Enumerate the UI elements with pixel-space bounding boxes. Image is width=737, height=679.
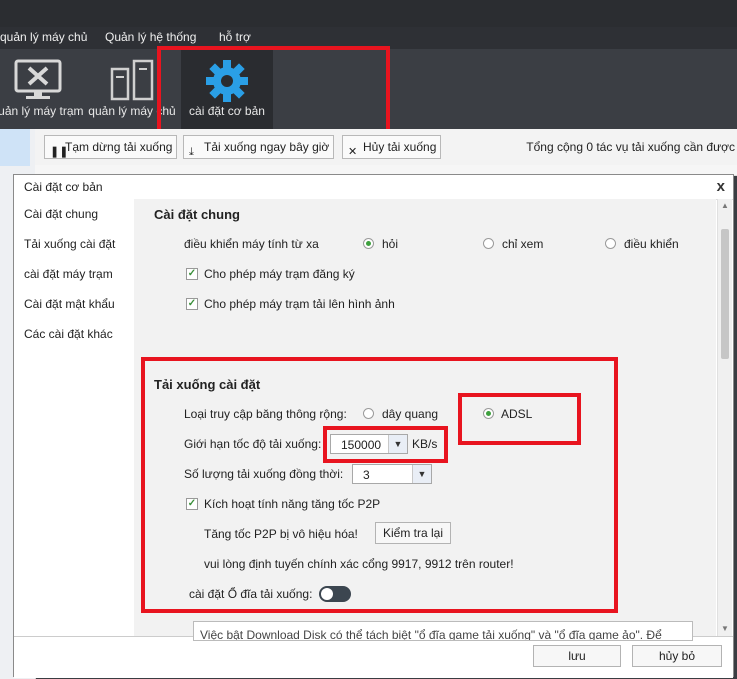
- scroll-down-icon[interactable]: ▼: [721, 624, 729, 633]
- server-icon: [110, 59, 154, 104]
- radio-control[interactable]: [605, 238, 616, 249]
- pause-icon: ❚❚: [50, 146, 69, 158]
- pause-download-button[interactable]: ❚❚ Tạm dừng tải xuống: [44, 135, 178, 159]
- nav-item-general[interactable]: Cài đặt chung: [24, 207, 98, 221]
- settings-nav: Cài đặt chung Tải xuống cài đặt cài đặt …: [14, 199, 134, 636]
- title-bar: [0, 0, 737, 27]
- radio-control-label: điều khiển: [624, 237, 679, 251]
- pause-label: Tạm dừng tải xuống: [65, 140, 173, 154]
- content-scrollbar[interactable]: ▲ ▼: [717, 199, 732, 636]
- dialog-title: Cài đặt cơ bản: [24, 180, 103, 194]
- tool-station[interactable]: quản lý máy trạm: [0, 49, 85, 129]
- download-now-label: Tải xuống ngay bây giờ: [204, 140, 330, 154]
- dialog-footer: lưu hủy bỏ: [14, 636, 733, 678]
- radio-view-only[interactable]: [483, 238, 494, 249]
- menu-system[interactable]: Quản lý hệ thống: [105, 30, 196, 44]
- highlight-box-speed: [323, 426, 448, 463]
- radio-view-only-label: chỉ xem: [502, 237, 544, 251]
- action-bar: ❚❚ Tạm dừng tải xuống ⤓ Tải xuống ngay b…: [35, 129, 737, 166]
- download-icon: ⤓: [189, 146, 194, 158]
- close-icon[interactable]: x: [717, 178, 725, 195]
- monitor-tools-icon: [12, 59, 64, 104]
- task-summary: Tổng cộng 0 tác vụ tải xuống cần được: [526, 140, 735, 154]
- selected-row: [0, 129, 30, 166]
- dialog-title-bar: Cài đặt cơ bản x: [14, 175, 733, 200]
- scroll-thumb[interactable]: [721, 229, 729, 359]
- remote-control-label: điều khiển máy tính từ xa: [184, 237, 319, 251]
- radio-ask-label: hỏi: [382, 237, 399, 251]
- nav-item-password[interactable]: Cài đặt mật khẩu: [24, 297, 115, 311]
- download-disk-tooltip: Việc bật Download Disk có thể tách biệt …: [193, 621, 693, 641]
- menu-server[interactable]: quản lý máy chủ: [0, 30, 87, 44]
- allow-upload-label: Cho phép máy trạm tải lên hình ảnh: [204, 297, 395, 311]
- general-heading: Cài đặt chung: [154, 207, 240, 222]
- cancel-download-label: Hủy tải xuống: [363, 140, 437, 154]
- highlight-box-settings: [157, 46, 390, 142]
- allow-register-label: Cho phép máy trạm đăng ký: [204, 267, 355, 281]
- nav-item-download[interactable]: Tải xuống cài đặt: [24, 237, 115, 251]
- nav-item-other[interactable]: Các cài đặt khác: [24, 327, 113, 341]
- highlight-box-adsl: [458, 393, 581, 445]
- menu-help[interactable]: hỗ trợ: [219, 30, 251, 44]
- checkbox-allow-register[interactable]: ✓: [186, 268, 198, 280]
- radio-ask[interactable]: [363, 238, 374, 249]
- scroll-up-icon[interactable]: ▲: [721, 201, 729, 210]
- nav-item-station[interactable]: cài đặt máy trạm: [24, 267, 113, 281]
- tool-station-label: quản lý máy trạm: [0, 104, 84, 118]
- close-icon: ✕: [348, 146, 358, 158]
- save-button[interactable]: lưu: [533, 645, 621, 667]
- cancel-download-button[interactable]: ✕ Hủy tải xuống: [342, 135, 442, 159]
- checkbox-allow-upload[interactable]: ✓: [186, 298, 198, 310]
- cancel-button[interactable]: hủy bỏ: [632, 645, 722, 667]
- download-now-button[interactable]: ⤓ Tải xuống ngay bây giờ: [183, 135, 335, 159]
